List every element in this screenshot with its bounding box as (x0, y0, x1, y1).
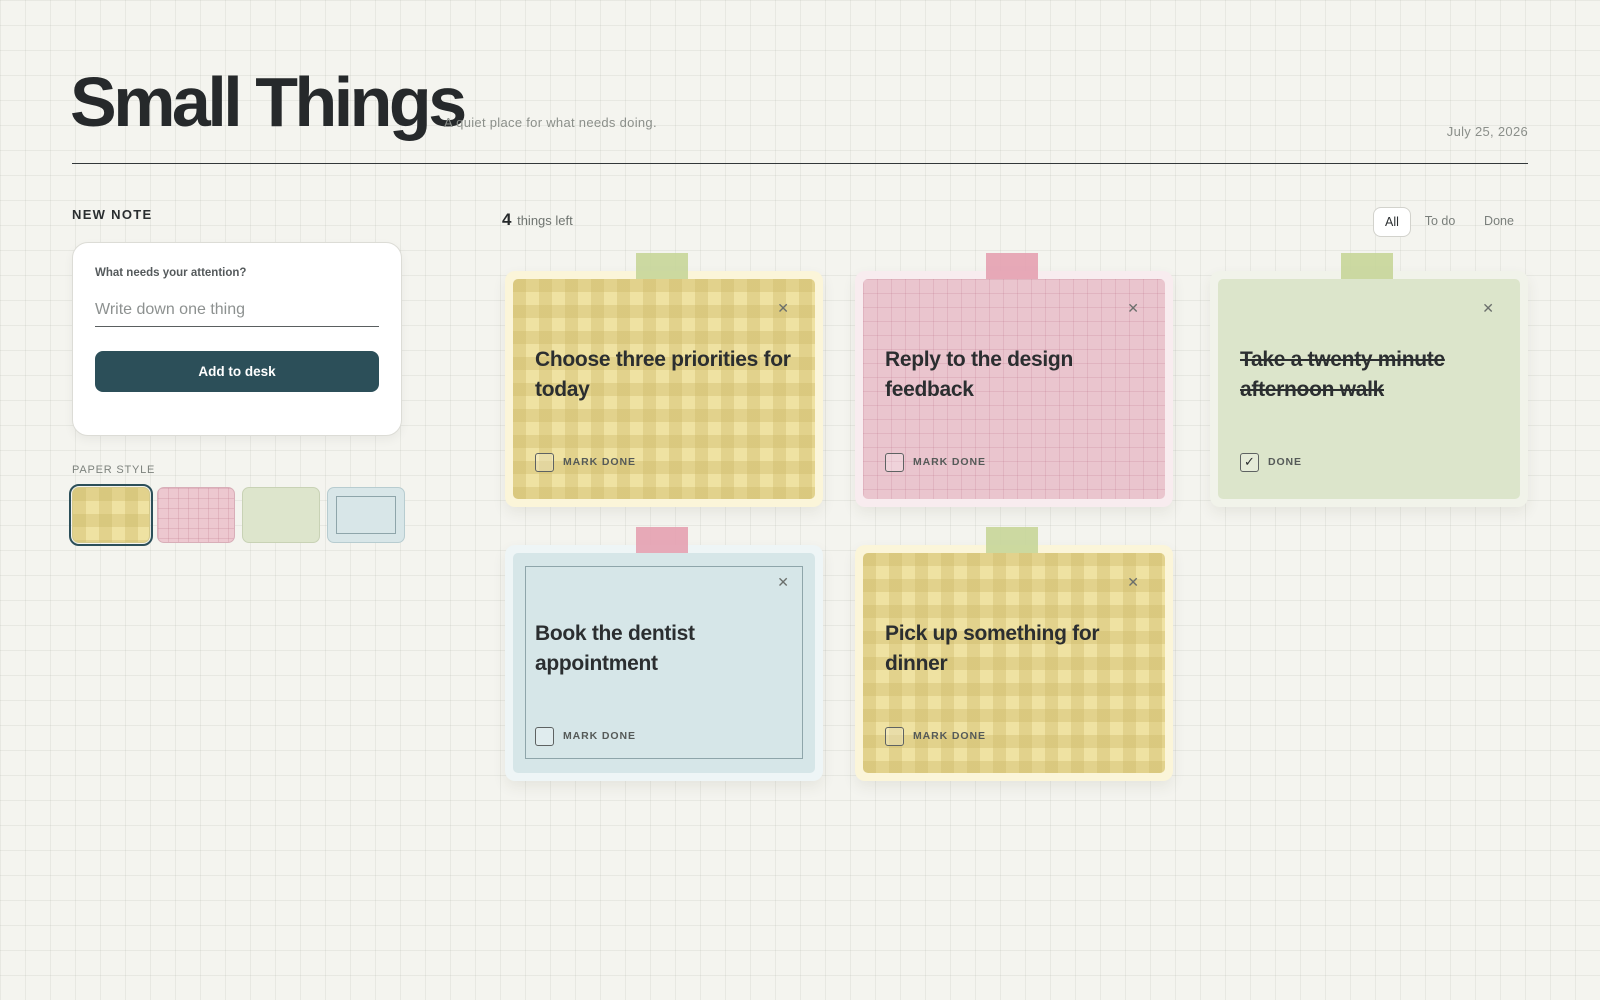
paper-swatch-yellow-gingham[interactable] (69, 484, 153, 546)
tape-strip (636, 253, 688, 279)
current-date: July 25, 2026 (1446, 124, 1528, 139)
swatch-frame (336, 496, 396, 534)
note-field-label: What needs your attention? (95, 267, 247, 279)
filter-done-tab[interactable]: Done (1481, 207, 1517, 237)
new-note-form: What needs your attention? Add to desk (72, 242, 402, 436)
close-icon[interactable]: ✕ (1482, 301, 1494, 315)
paper-style-label: PAPER STYLE (72, 464, 156, 476)
note-text: Pick up something for dinner (885, 622, 1100, 675)
note-input[interactable] (95, 293, 379, 327)
note-paper: ✕ Book the dentist appointment MARK DONE (513, 553, 815, 773)
filter-all-tab[interactable]: All (1373, 207, 1411, 237)
new-note-heading: NEW NOTE (72, 207, 153, 222)
remaining-number: 4 (502, 210, 512, 229)
checkbox[interactable] (885, 727, 904, 746)
checkbox[interactable] (885, 453, 904, 472)
note-card[interactable]: ✕ Reply to the design feedback MARK DONE (855, 253, 1173, 507)
note-paper: ✕ Reply to the design feedback MARK DONE (863, 279, 1165, 499)
tape-strip (1341, 253, 1393, 279)
check-label: MARK DONE (913, 456, 986, 468)
note-paper: ✕ Choose three priorities for today MARK… (513, 279, 815, 499)
check-label: MARK DONE (563, 730, 636, 742)
note-card[interactable]: ✕ Take a twenty minute afternoon walk ✓ … (1210, 253, 1528, 507)
app-title: Small Things (70, 63, 467, 141)
note-text: Choose three priorities for today (535, 348, 791, 401)
tape-strip (986, 253, 1038, 279)
checkbox[interactable] (535, 453, 554, 472)
tagline: A quiet place for what needs doing. (444, 115, 657, 130)
close-icon[interactable]: ✕ (1127, 301, 1139, 315)
check-label: MARK DONE (913, 730, 986, 742)
close-icon[interactable]: ✕ (777, 575, 789, 589)
close-icon[interactable]: ✕ (1127, 575, 1139, 589)
note-card[interactable]: ✕ Pick up something for dinner MARK DONE (855, 527, 1173, 781)
remaining-label: things left (517, 213, 573, 228)
note-text: Take a twenty minute afternoon walk (1240, 348, 1445, 401)
note-paper: ✕ Pick up something for dinner MARK DONE (863, 553, 1165, 773)
note-text: Reply to the design feedback (885, 348, 1073, 401)
close-icon[interactable]: ✕ (777, 301, 789, 315)
check-label: DONE (1268, 456, 1302, 468)
check-label: MARK DONE (563, 456, 636, 468)
filter-todo-tab[interactable]: To do (1422, 207, 1458, 237)
remaining-count: 4 things left (502, 210, 573, 230)
note-paper: ✕ Take a twenty minute afternoon walk ✓ … (1218, 279, 1520, 499)
paper-swatch-green-plain[interactable] (242, 487, 320, 543)
tape-strip (986, 527, 1038, 553)
paper-swatch-pink-grid[interactable] (157, 487, 235, 543)
page-header: Small Things A quiet place for what need… (70, 62, 1528, 164)
add-to-desk-button[interactable]: Add to desk (95, 351, 379, 392)
note-card[interactable]: ✕ Book the dentist appointment MARK DONE (505, 527, 823, 781)
checkbox[interactable] (535, 727, 554, 746)
note-card[interactable]: ✕ Choose three priorities for today MARK… (505, 253, 823, 507)
filter-tabs: All To do Done (1373, 207, 1528, 237)
paper-swatch-blue-framed[interactable] (327, 487, 405, 543)
tape-strip (636, 527, 688, 553)
note-text: Book the dentist appointment (535, 622, 695, 675)
checkmark-icon[interactable]: ✓ (1240, 453, 1259, 472)
